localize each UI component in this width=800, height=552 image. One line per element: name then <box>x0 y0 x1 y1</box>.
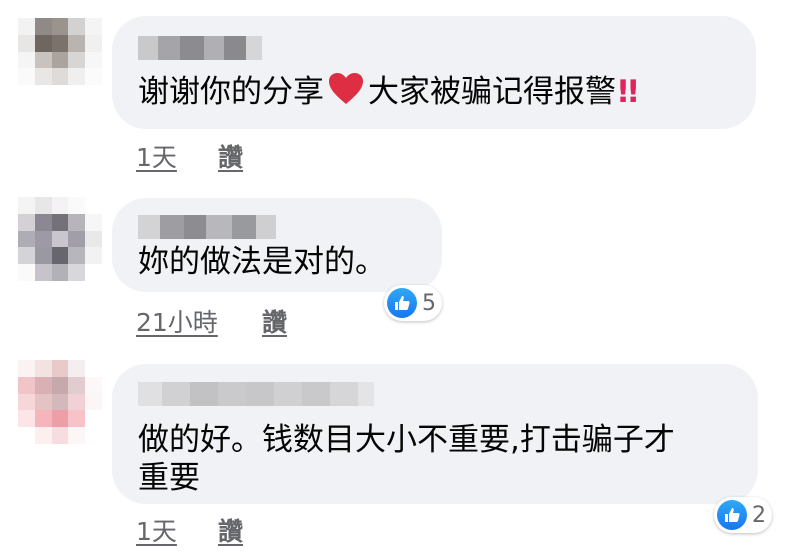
comment-bubble: 谢谢你的分享 大家被骗记得报警!! <box>112 16 756 129</box>
comment-bubble: 妳的做法是对的。 <box>112 198 442 292</box>
avatar[interactable] <box>18 360 102 444</box>
comment-text-part1: 谢谢你的分享 <box>138 74 324 110</box>
like-thumb-icon <box>387 288 417 318</box>
like-button[interactable]: 讚 <box>218 512 243 548</box>
commenter-name[interactable] <box>138 382 374 406</box>
comment-time[interactable]: 1天 <box>136 512 177 548</box>
comment-text-line2: 重要 <box>138 460 200 496</box>
reaction-summary[interactable]: 2 <box>714 497 772 533</box>
like-thumb-icon <box>717 500 747 530</box>
avatar[interactable] <box>18 197 102 281</box>
comment-text: 谢谢你的分享 大家被骗记得报警!! <box>138 72 640 112</box>
red-heart-icon <box>329 73 363 104</box>
comment-time[interactable]: 1天 <box>136 138 177 174</box>
commenter-name[interactable] <box>138 36 262 60</box>
comment-text-part2: 大家被骗记得报警 <box>368 74 616 110</box>
double-exclamation: !! <box>616 74 640 110</box>
reaction-count: 2 <box>752 502 766 528</box>
reaction-count: 5 <box>422 290 436 316</box>
like-button[interactable]: 讚 <box>218 138 243 174</box>
comment-bubble: 做的好。钱数目大小不重要,打击骗子才 重要 <box>112 364 758 504</box>
reaction-summary[interactable]: 5 <box>384 285 442 321</box>
comment-text-line1: 做的好。钱数目大小不重要,打击骗子才 <box>138 422 675 458</box>
comment-text: 妳的做法是对的。 <box>138 244 386 280</box>
comment-time[interactable]: 21小時 <box>136 303 218 339</box>
like-button[interactable]: 讚 <box>262 303 287 339</box>
commenter-name[interactable] <box>138 215 276 239</box>
avatar[interactable] <box>18 18 102 102</box>
